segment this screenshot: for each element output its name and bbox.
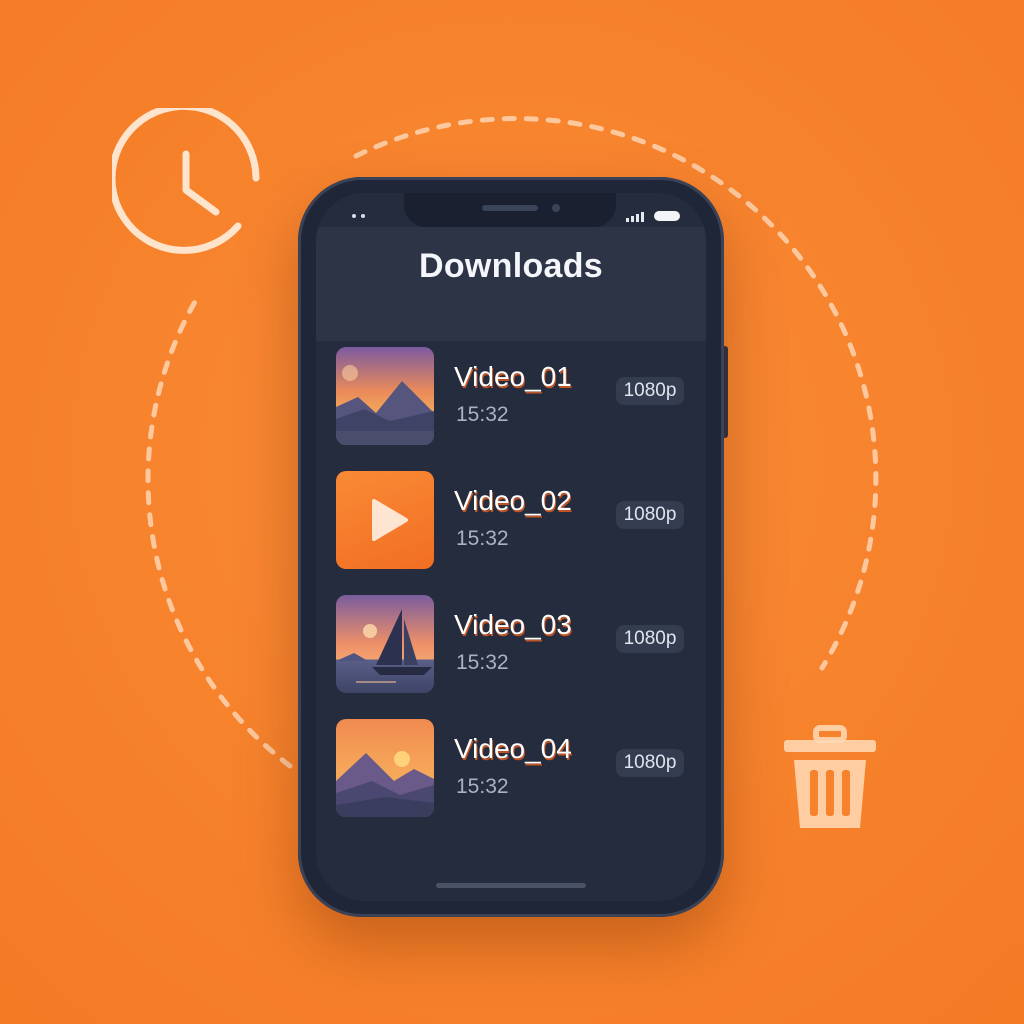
- video-thumbnail-play: [336, 471, 434, 569]
- video-thumbnail-mountain-sunset: [336, 347, 434, 445]
- video-title: Video_01: [454, 361, 572, 392]
- list-item[interactable]: Video_03 15:32 1080p: [316, 589, 706, 693]
- list-item[interactable]: Video_04 15:32 1080p: [316, 713, 706, 817]
- video-duration: 15:32: [456, 527, 509, 550]
- phone-screen: Downloads Video_01 15:32 1080p Video_02 …: [316, 193, 706, 901]
- video-title: Video_03: [454, 609, 572, 640]
- status-dots: [352, 214, 366, 218]
- phone-notch: [404, 193, 616, 227]
- video-title: Video_02: [454, 485, 572, 516]
- quality-badge: 1080p: [616, 501, 684, 529]
- camera-dot: [552, 204, 560, 212]
- speaker-grille: [482, 205, 538, 211]
- list-item[interactable]: Video_02 15:32 1080p: [316, 465, 706, 569]
- play-icon: [372, 499, 408, 541]
- signal-icon: [626, 212, 644, 222]
- phone-frame: Downloads Video_01 15:32 1080p Video_02 …: [298, 177, 724, 917]
- home-indicator[interactable]: [436, 883, 586, 888]
- video-title: Video_04: [454, 733, 572, 764]
- video-thumbnail-mountain-dusk: [336, 719, 434, 817]
- video-thumbnail-sailboat-sunset: [336, 595, 434, 693]
- quality-badge: 1080p: [616, 625, 684, 653]
- quality-badge: 1080p: [616, 377, 684, 405]
- clock-icon: [112, 108, 260, 254]
- video-duration: 15:32: [456, 651, 509, 674]
- trash-icon: [784, 725, 876, 828]
- list-item[interactable]: Video_01 15:32 1080p: [316, 341, 706, 445]
- page-title: Downloads: [418, 247, 604, 285]
- video-duration: 15:32: [456, 403, 509, 426]
- video-duration: 15:32: [456, 775, 509, 798]
- battery-icon: [654, 211, 680, 221]
- quality-badge: 1080p: [616, 749, 684, 777]
